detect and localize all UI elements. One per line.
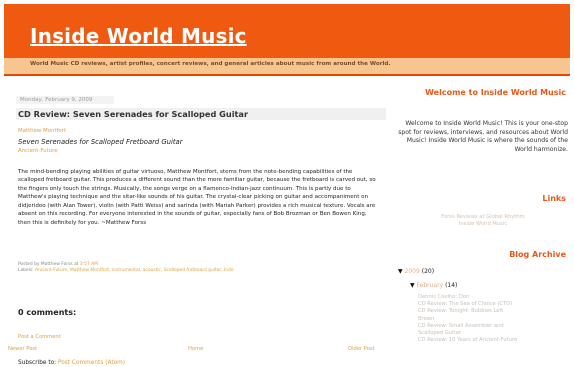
archive-post-link[interactable]: CD Review: Tonight: Bubbles Left bbox=[418, 308, 568, 315]
welcome-text: Welcome to Inside World Music! This is y… bbox=[398, 120, 568, 153]
archive-post-list: Dennis Coelho: Don CD Review: The Sea of… bbox=[418, 294, 568, 344]
archive-year-row: ▼ 2009 (20) bbox=[398, 268, 434, 275]
post-labels-links[interactable]: Ancient-Future, Matthew Montfort, instru… bbox=[35, 268, 233, 273]
post-record-label[interactable]: Ancient-Future bbox=[18, 148, 58, 154]
archive-month-count: (14) bbox=[445, 282, 458, 289]
triangle-down-icon[interactable]: ▼ bbox=[398, 268, 403, 275]
archive-post-link[interactable]: CD Review: 10 Years of Ancient-Future bbox=[418, 337, 568, 344]
post-album-title: Seven Serenades for Scalloped Fretboard … bbox=[18, 138, 183, 146]
blog-page: Inside World Music World Music CD review… bbox=[0, 0, 574, 367]
post-date: Monday, February 9, 2009 bbox=[16, 96, 114, 104]
sidebar-link[interactable]: Inside World Music bbox=[418, 221, 548, 228]
post-body: The mind-bending playing abilities of gu… bbox=[18, 169, 376, 226]
welcome-heading: Welcome to Inside World Music bbox=[425, 88, 566, 97]
archive-month-link[interactable]: February bbox=[417, 282, 444, 289]
post-time-link[interactable]: 3:57 AM bbox=[80, 262, 98, 267]
post-comment-link[interactable]: Post a Comment bbox=[18, 334, 61, 340]
archive-year-link[interactable]: 2009 bbox=[405, 268, 420, 275]
home-link[interactable]: Home bbox=[188, 346, 203, 352]
archive-post-link[interactable]: CD Review: Small Assembler and bbox=[418, 323, 568, 330]
newer-post-link[interactable]: Newer Post bbox=[8, 346, 37, 352]
triangle-down-icon[interactable]: ▼ bbox=[410, 282, 415, 289]
post-byline-prefix: Posted by Matthew Forss at bbox=[18, 262, 79, 267]
comments-heading: 0 comments: bbox=[18, 308, 77, 317]
post-labels: Labels: Ancient-Future, Matthew Montfort… bbox=[18, 268, 234, 273]
archive-post-link[interactable]: Scalloped Guitar bbox=[418, 330, 568, 337]
subscribe-line: Subscribe to: Post Comments (Atom) bbox=[18, 360, 125, 366]
archive-heading: Blog Archive bbox=[509, 250, 566, 259]
archive-post-link[interactable]: Dennis Coelho: Don bbox=[418, 294, 568, 301]
main-column: Monday, February 9, 2009 CD Review: Seve… bbox=[8, 96, 386, 366]
post-title[interactable]: CD Review: Seven Serenades for Scalloped… bbox=[16, 108, 386, 120]
archive-post-link[interactable]: CD Review: The Sea of Choice (CTD) bbox=[418, 301, 568, 308]
subscribe-atom-link[interactable]: Post Comments (Atom) bbox=[58, 360, 125, 366]
subscribe-prefix: Subscribe to: bbox=[18, 360, 57, 366]
post-artist[interactable]: Matthew Montfort bbox=[18, 128, 66, 134]
archive-month-row: ▼ February (14) bbox=[410, 282, 457, 289]
links-heading: Links bbox=[542, 194, 566, 203]
post-labels-prefix: Labels: bbox=[18, 268, 34, 273]
sidebar-link[interactable]: Forss Reviews at Global Rhythm bbox=[418, 214, 548, 221]
links-list: Forss Reviews at Global Rhythm Inside Wo… bbox=[418, 214, 548, 228]
post-byline: Posted by Matthew Forss at 3:57 AM bbox=[18, 262, 98, 267]
archive-post-link[interactable]: Brown bbox=[418, 316, 568, 323]
archive-year-count: (20) bbox=[421, 268, 435, 275]
older-post-link[interactable]: Older Post bbox=[348, 346, 375, 352]
blog-description: World Music CD reviews, artist profiles,… bbox=[30, 61, 391, 67]
description-bar: World Music CD reviews, artist profiles,… bbox=[4, 58, 570, 74]
blog-title[interactable]: Inside World Music bbox=[30, 24, 247, 48]
